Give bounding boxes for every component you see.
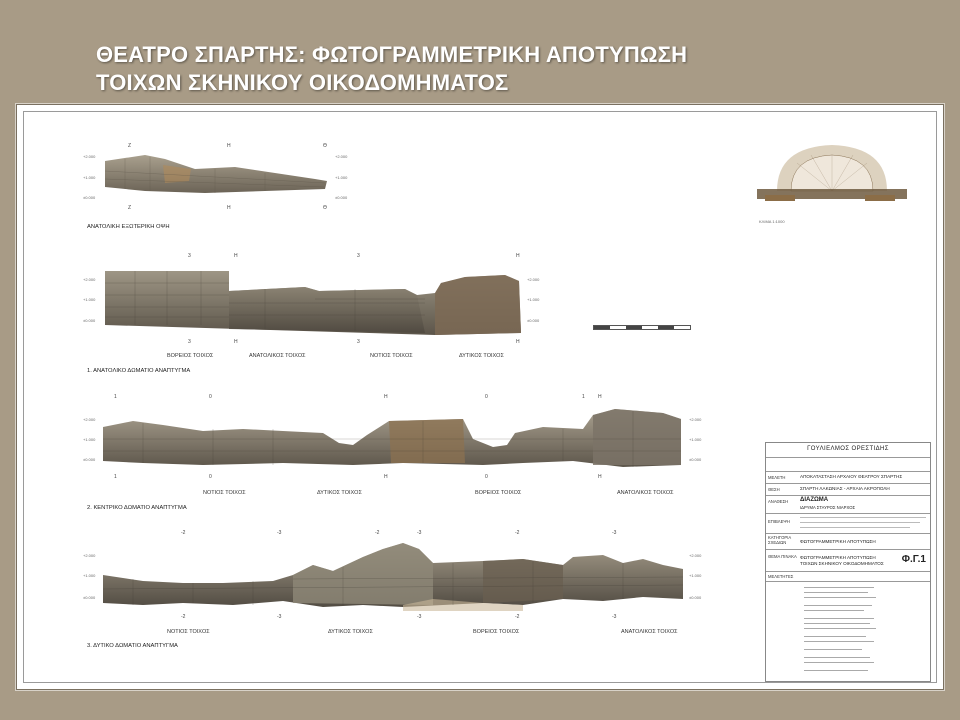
grid-mark: -2 [515,614,520,620]
room2-wall-label: ΑΝΑΤΟΛΙΚΟΣ ΤΟΙΧΟΣ [617,490,674,496]
grid-mark: Η [234,253,238,259]
key-plan [757,145,907,201]
room3-wall-image [103,543,683,611]
grid-mark: Η [227,205,231,211]
room1-title: 1. ΑΝΑΤΟΛΙΚΟ ΔΩΜΑΤΙΟ ΑΝΑΠΤΥΓΜΑ [87,368,191,374]
room1-wall-label: ΑΝΑΤΟΛΙΚΟΣ ΤΟΙΧΟΣ [249,353,306,359]
room1-wall-label: ΔΥΤΙΚΟΣ ΤΟΙΧΟΣ [459,353,504,359]
label-team: ΜΕΛΕΤΗΤΕΣ [768,574,794,579]
grid-mark: Η [516,253,520,259]
room3-wall-label: ΒΟΡΕΙΟΣ ΤΟΙΧΟΣ [473,629,520,635]
label-subject: ΘΕΜΑ ΠΙΝΑΚΑ [768,554,797,559]
room2-wall-image [103,409,681,467]
scale-bar [593,325,691,330]
title-block-client-sub: ΙΔΡΥΜΑ ΣΤΑΥΡΟΣ ΝΙΑΡΧΟΣ [800,505,856,510]
label-location: ΘΕΣΗ [768,487,780,492]
grid-mark: 1 [582,394,585,400]
room1-wall-image [105,271,521,335]
grid-mark: Θ [323,205,327,211]
label-category: ΚΑΤΗΓΟΡΙΑ ΣΧΕΔΙΩΝ [768,535,791,545]
grid-mark: -3 [417,614,422,620]
grid-mark: -2 [181,614,186,620]
drawing-sheet: Ζ Η Θ Ζ Η Θ +2.000 +1.000 ±0.000 +2.000 … [16,104,944,690]
grid-mark: 1 [114,394,117,400]
grid-mark: 0 [209,394,212,400]
label-supervision: ΕΠΙΒΛΕΨΗ [768,519,790,524]
label-client: ΑΝΑΘΕΣΗ [768,499,789,504]
grid-mark: -3 [612,614,617,620]
title-block: ΓΟΥΛΙΕΛΜΟΣ ΟΡΕΣΤΙΔΗΣ ΜΕΛΕΤΗ ΑΠΟΚΑΤΑΣΤΑΣΗ… [765,442,931,682]
room3-wall-label: ΔΥΤΙΚΟΣ ΤΟΙΧΟΣ [328,629,373,635]
grid-mark: -3 [277,614,282,620]
grid-mark: Η [516,339,520,345]
title-block-client: ΔΙΑΖΩΜΑ [800,497,829,503]
label-project: ΜΕΛΕΤΗ [768,475,786,480]
slide-title: ΘΕΑΤΡΟ ΣΠΑΡΤΗΣ: ΦΩΤΟΓΡΑΜΜΕΤΡΙΚΗ ΑΠΟΤΥΠΩΣ… [96,41,687,97]
grid-mark: Η [227,143,231,149]
grid-mark: 1 [114,474,117,480]
room3-wall-label: ΝΟΤΙΟΣ ΤΟΙΧΟΣ [167,629,210,635]
room1-wall-label: ΝΟΤΙΟΣ ΤΟΙΧΟΣ [370,353,413,359]
room1-wall-label: ΒΟΡΕΙΟΣ ΤΟΙΧΟΣ [167,353,214,359]
grid-mark: 3 [188,253,191,259]
grid-mark: 0 [209,474,212,480]
sheet-number: Φ.Γ.1 [901,554,926,565]
grid-mark: Ζ [128,205,132,211]
room2-title: 2. ΚΕΝΤΡΙΚΟ ΔΩΜΑΤΙΟ ΑΝΑΠΤΥΓΜΑ [87,505,187,511]
title-block-subject: ΦΩΤΟΓΡΑΜΜΕΤΡΙΚΗ ΑΠΟΤΥΠΩΣΗ ΤΟΙΧΩΝ ΣΚΗΝΙΚΟ… [800,555,884,566]
room2-wall-label: ΝΟΤΙΟΣ ΤΟΙΧΟΣ [203,490,246,496]
room3-title: 3. ΔΥΤΙΚΟ ΔΩΜΑΤΙΟ ΑΝΑΠΤΥΓΜΑ [87,643,178,649]
slide-title-line-2: ΤΟΙΧΩΝ ΣΚΗΝΙΚΟΥ ΟΙΚΟΔΟΜΗΜΑΤΟΣ [96,70,509,95]
grid-mark: 0 [485,394,488,400]
team-list [766,581,930,679]
title-block-category: ΦΩΤΟΓΡΑΜΜΕΤΡΙΚΗ ΑΠΟΤΥΠΩΣΗ [800,539,876,544]
grid-mark: Η [598,394,602,400]
grid-mark: Η [598,474,602,480]
room2-wall-label: ΔΥΤΙΚΟΣ ΤΟΙΧΟΣ [317,490,362,496]
east-facade-wall-image [105,155,327,193]
grid-mark: 3 [357,339,360,345]
grid-mark: 3 [188,339,191,345]
grid-mark: 0 [485,474,488,480]
room3-wall-label: ΑΝΑΤΟΛΙΚΟΣ ΤΟΙΧΟΣ [621,629,678,635]
grid-mark: Ζ [128,143,132,149]
east-facade-title: ΑΝΑΤΟΛΙΚΗ ΕΞΩΤΕΡΙΚΗ ΟΨΗ [87,224,170,230]
grid-mark: Η [384,394,388,400]
title-block-location: ΣΠΑΡΤΗ ΛΑΚΩΝΙΑΣ - ΑΡΧΑΙΑ ΑΚΡΟΠΟΛΗ [800,486,890,491]
title-block-author: ΓΟΥΛΙΕΛΜΟΣ ΟΡΕΣΤΙΔΗΣ [807,446,889,452]
grid-mark: 3 [357,253,360,259]
slide-title-line-1: ΘΕΑΤΡΟ ΣΠΑΡΤΗΣ: ΦΩΤΟΓΡΑΜΜΕΤΡΙΚΗ ΑΠΟΤΥΠΩΣ… [96,42,688,67]
grid-mark: Η [384,474,388,480]
grid-mark: Η [234,339,238,345]
title-block-project: ΑΠΟΚΑΤΑΣΤΑΣΗ ΑΡΧΑΙΟΥ ΘΕΑΤΡΟΥ ΣΠΑΡΤΗΣ [800,474,903,479]
grid-mark: Θ [323,143,327,149]
room2-wall-label: ΒΟΡΕΙΟΣ ΤΟΙΧΟΣ [475,490,522,496]
key-plan-caption: ΚΛΙΜΑ 1:1000 [759,219,785,224]
